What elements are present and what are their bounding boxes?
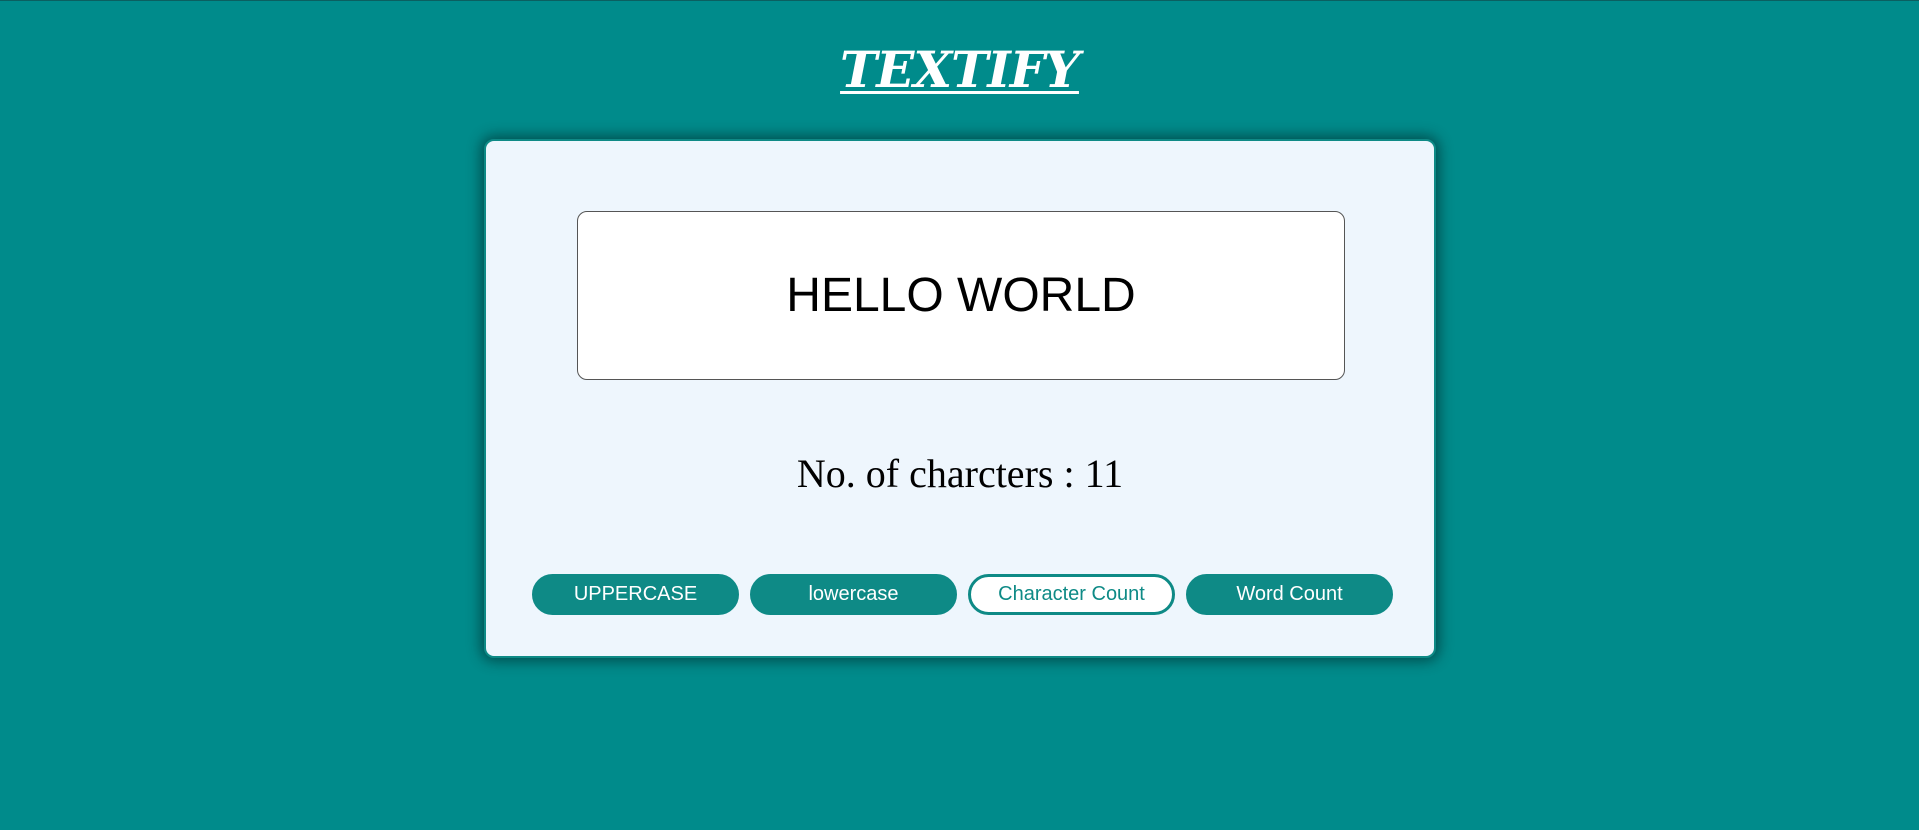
lowercase-button[interactable]: lowercase: [750, 574, 957, 615]
result-text: No. of charcters : 11: [796, 451, 1124, 496]
character-count-button[interactable]: Character Count: [968, 574, 1175, 615]
action-button-row: UPPERCASE lowercase Character Count Word…: [532, 574, 1393, 615]
app-title: TEXTIFY: [840, 40, 1080, 99]
word-count-button[interactable]: Word Count: [1186, 574, 1393, 615]
main-card: HELLO WORLD No. of charcters : 11 UPPERC…: [484, 139, 1436, 658]
uppercase-button[interactable]: UPPERCASE: [532, 574, 739, 615]
text-input-area[interactable]: HELLO WORLD: [577, 211, 1345, 380]
